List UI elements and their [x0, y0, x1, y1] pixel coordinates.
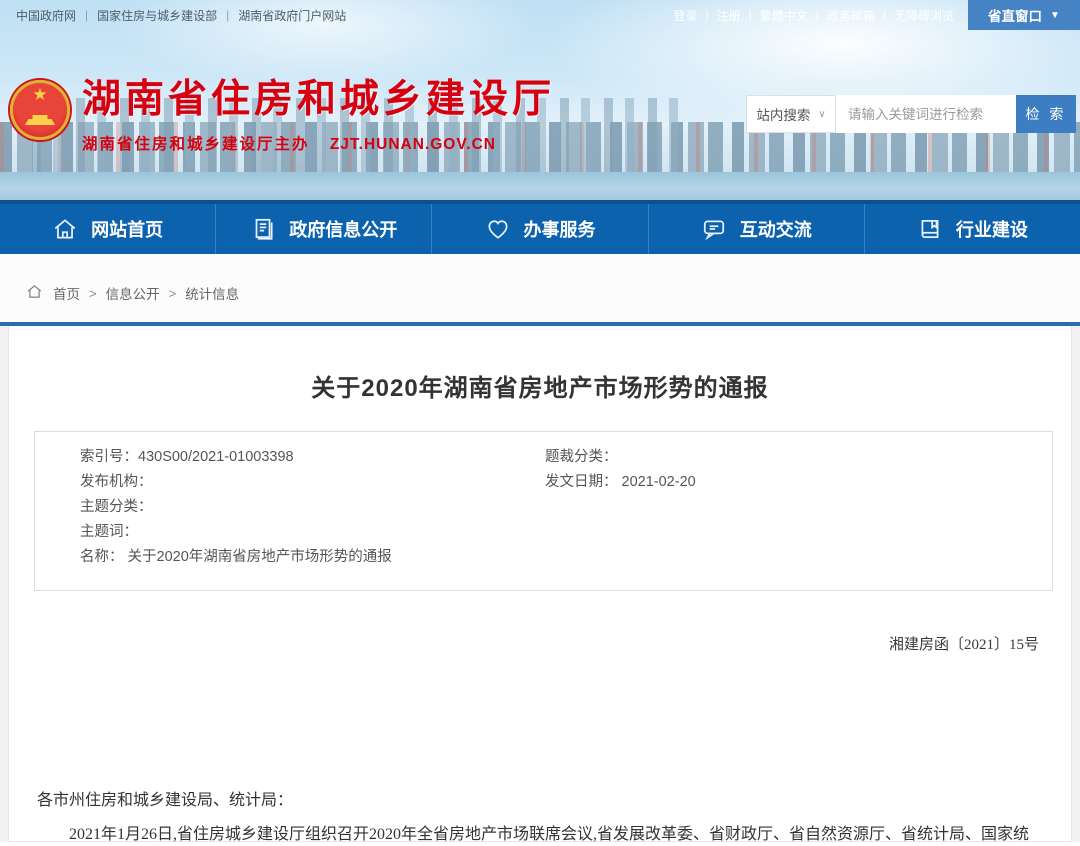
site-search: 站内搜索 ∨ 检 索 [746, 95, 1076, 133]
meta-label: 题裁分类： [545, 449, 618, 465]
chevron-down-icon: ∨ [818, 109, 825, 120]
site-title: 湖南省住房和城乡建设厅 [82, 74, 555, 126]
nav-item-services[interactable]: 办事服务 [431, 204, 647, 254]
search-button[interactable]: 检 索 [1016, 95, 1076, 133]
breadcrumb-home[interactable]: 首页 [53, 283, 80, 303]
meta-document-name: 名称： 关于2020年湖南省房地产市场形势的通报 [80, 545, 545, 570]
topbar-left-links: 中国政府网 | 国家住房与城乡建设部 | 湖南省政府门户网站 [0, 7, 346, 24]
breadcrumb-info-disclosure[interactable]: 信息公开 [106, 283, 160, 303]
meta-right-column: 题裁分类： 发文日期： 2021-02-20 [545, 445, 1052, 570]
login-link[interactable]: 登录 [673, 7, 697, 24]
site-brand: ★ 湖南省住房和城乡建设厅 湖南省住房和城乡建设厅主办 ZJT.HUNAN.GO… [10, 74, 555, 154]
search-input[interactable] [836, 95, 1016, 133]
site-subtitle-text: 湖南省住房和城乡建设厅主办 [82, 136, 310, 153]
search-scope-select[interactable]: 站内搜索 ∨ [746, 95, 836, 133]
separator: | [749, 8, 752, 22]
chat-icon [701, 216, 727, 242]
topbar-link-mohurd[interactable]: 国家住房与城乡建设部 [97, 7, 217, 24]
meta-label: 主题词： [80, 524, 138, 540]
nav-item-interaction[interactable]: 互动交流 [648, 204, 864, 254]
traditional-chinese-link[interactable]: 繁體中文 [760, 7, 808, 24]
document-meta-box: 索引号：430S00/2021-01003398 发布机构： 主题分类： 主题词… [34, 431, 1053, 591]
document-icon [250, 216, 276, 242]
national-emblem-logo: ★ [10, 80, 70, 140]
topbar-link-china-gov[interactable]: 中国政府网 [16, 7, 76, 24]
meta-issue-date: 发文日期： 2021-02-20 [545, 470, 1052, 495]
meta-label: 索引号： [80, 449, 138, 465]
nav-item-label: 网站首页 [91, 216, 163, 242]
home-icon [52, 216, 78, 242]
star-icon: ★ [13, 85, 67, 105]
article-salutation: 各市州住房和城乡建设局、统计局： [37, 786, 1071, 816]
nav-item-home[interactable]: 网站首页 [0, 204, 215, 254]
meta-genre-category: 题裁分类： [545, 445, 1052, 470]
separator: | [226, 8, 229, 22]
nav-item-label: 政府信息公开 [289, 216, 397, 242]
heart-icon [485, 216, 511, 242]
register-link[interactable]: 注册 [717, 7, 741, 24]
breadcrumb-separator: > [169, 286, 177, 301]
article-title: 关于2020年湖南省房地产市场形势的通报 [9, 326, 1071, 403]
chevron-down-icon: ▼ [1050, 10, 1060, 21]
site-url: ZJT.HUNAN.GOV.CN [330, 136, 496, 153]
topbar-right-links: 登录 | 注册 | 繁體中文 | 政务邮箱 | 无障碍浏览 [673, 7, 968, 24]
meta-label: 名称： [80, 549, 124, 565]
top-utility-bar: 中国政府网 | 国家住房与城乡建设部 | 湖南省政府门户网站 登录 | 注册 |… [0, 0, 1080, 30]
accessibility-link[interactable]: 无障碍浏览 [894, 7, 954, 24]
breadcrumb-current-statistics: 统计信息 [185, 283, 239, 303]
separator: | [705, 8, 708, 22]
meta-issuing-agency: 发布机构： [80, 470, 545, 495]
article-paragraph: 2021年1月26日,省住房城乡建设厅组织召开2020年全省房地产市场联席会议,… [37, 820, 1043, 846]
meta-value: 关于2020年湖南省房地产市场形势的通报 [128, 549, 392, 565]
document-number: 湘建房函〔2021〕15号 [9, 633, 1039, 654]
topbar-link-hunan-gov[interactable]: 湖南省政府门户网站 [238, 7, 346, 24]
meta-label: 发文日期： [545, 474, 618, 490]
gate-icon [25, 115, 55, 125]
header-banner: 中国政府网 | 国家住房与城乡建设部 | 湖南省政府门户网站 登录 | 注册 |… [0, 0, 1080, 200]
meta-value: 2021-02-20 [622, 474, 696, 490]
gov-mail-link[interactable]: 政务邮箱 [827, 7, 875, 24]
meta-value: 430S00/2021-01003398 [138, 449, 294, 465]
book-icon [917, 216, 943, 242]
page-background: 关于2020年湖南省房地产市场形势的通报 索引号：430S00/2021-010… [0, 326, 1080, 842]
nav-item-info-disclosure[interactable]: 政府信息公开 [215, 204, 431, 254]
province-window-label: 省直窗口 [988, 5, 1042, 25]
meta-topic-category: 主题分类： [80, 495, 545, 520]
breadcrumb-separator: > [89, 286, 97, 301]
separator: | [816, 8, 819, 22]
nav-item-label: 互动交流 [740, 216, 812, 242]
breadcrumb: 首页 > 信息公开 > 统计信息 [0, 254, 1080, 326]
site-subtitle: 湖南省住房和城乡建设厅主办 ZJT.HUNAN.GOV.CN [82, 132, 555, 154]
separator: | [85, 8, 88, 22]
meta-index-number: 索引号：430S00/2021-01003398 [80, 445, 545, 470]
nav-item-label: 办事服务 [524, 216, 596, 242]
brand-text: 湖南省住房和城乡建设厅 湖南省住房和城乡建设厅主办 ZJT.HUNAN.GOV.… [82, 74, 555, 154]
nav-item-industry[interactable]: 行业建设 [864, 204, 1080, 254]
separator: | [883, 8, 886, 22]
meta-label: 发布机构： [80, 474, 153, 490]
meta-left-column: 索引号：430S00/2021-01003398 发布机构： 主题分类： 主题词… [35, 445, 545, 570]
meta-label: 主题分类： [80, 499, 153, 515]
article-card: 关于2020年湖南省房地产市场形势的通报 索引号：430S00/2021-010… [8, 326, 1072, 842]
province-window-dropdown[interactable]: 省直窗口 ▼ [968, 0, 1080, 30]
home-icon [26, 281, 53, 305]
search-scope-label: 站内搜索 [756, 104, 810, 124]
nav-item-label: 行业建设 [956, 216, 1028, 242]
river-graphic [0, 172, 1080, 200]
main-navigation: 网站首页 政府信息公开 办事服务 互动交流 行业建设 [0, 200, 1080, 254]
meta-keywords: 主题词： [80, 520, 545, 545]
